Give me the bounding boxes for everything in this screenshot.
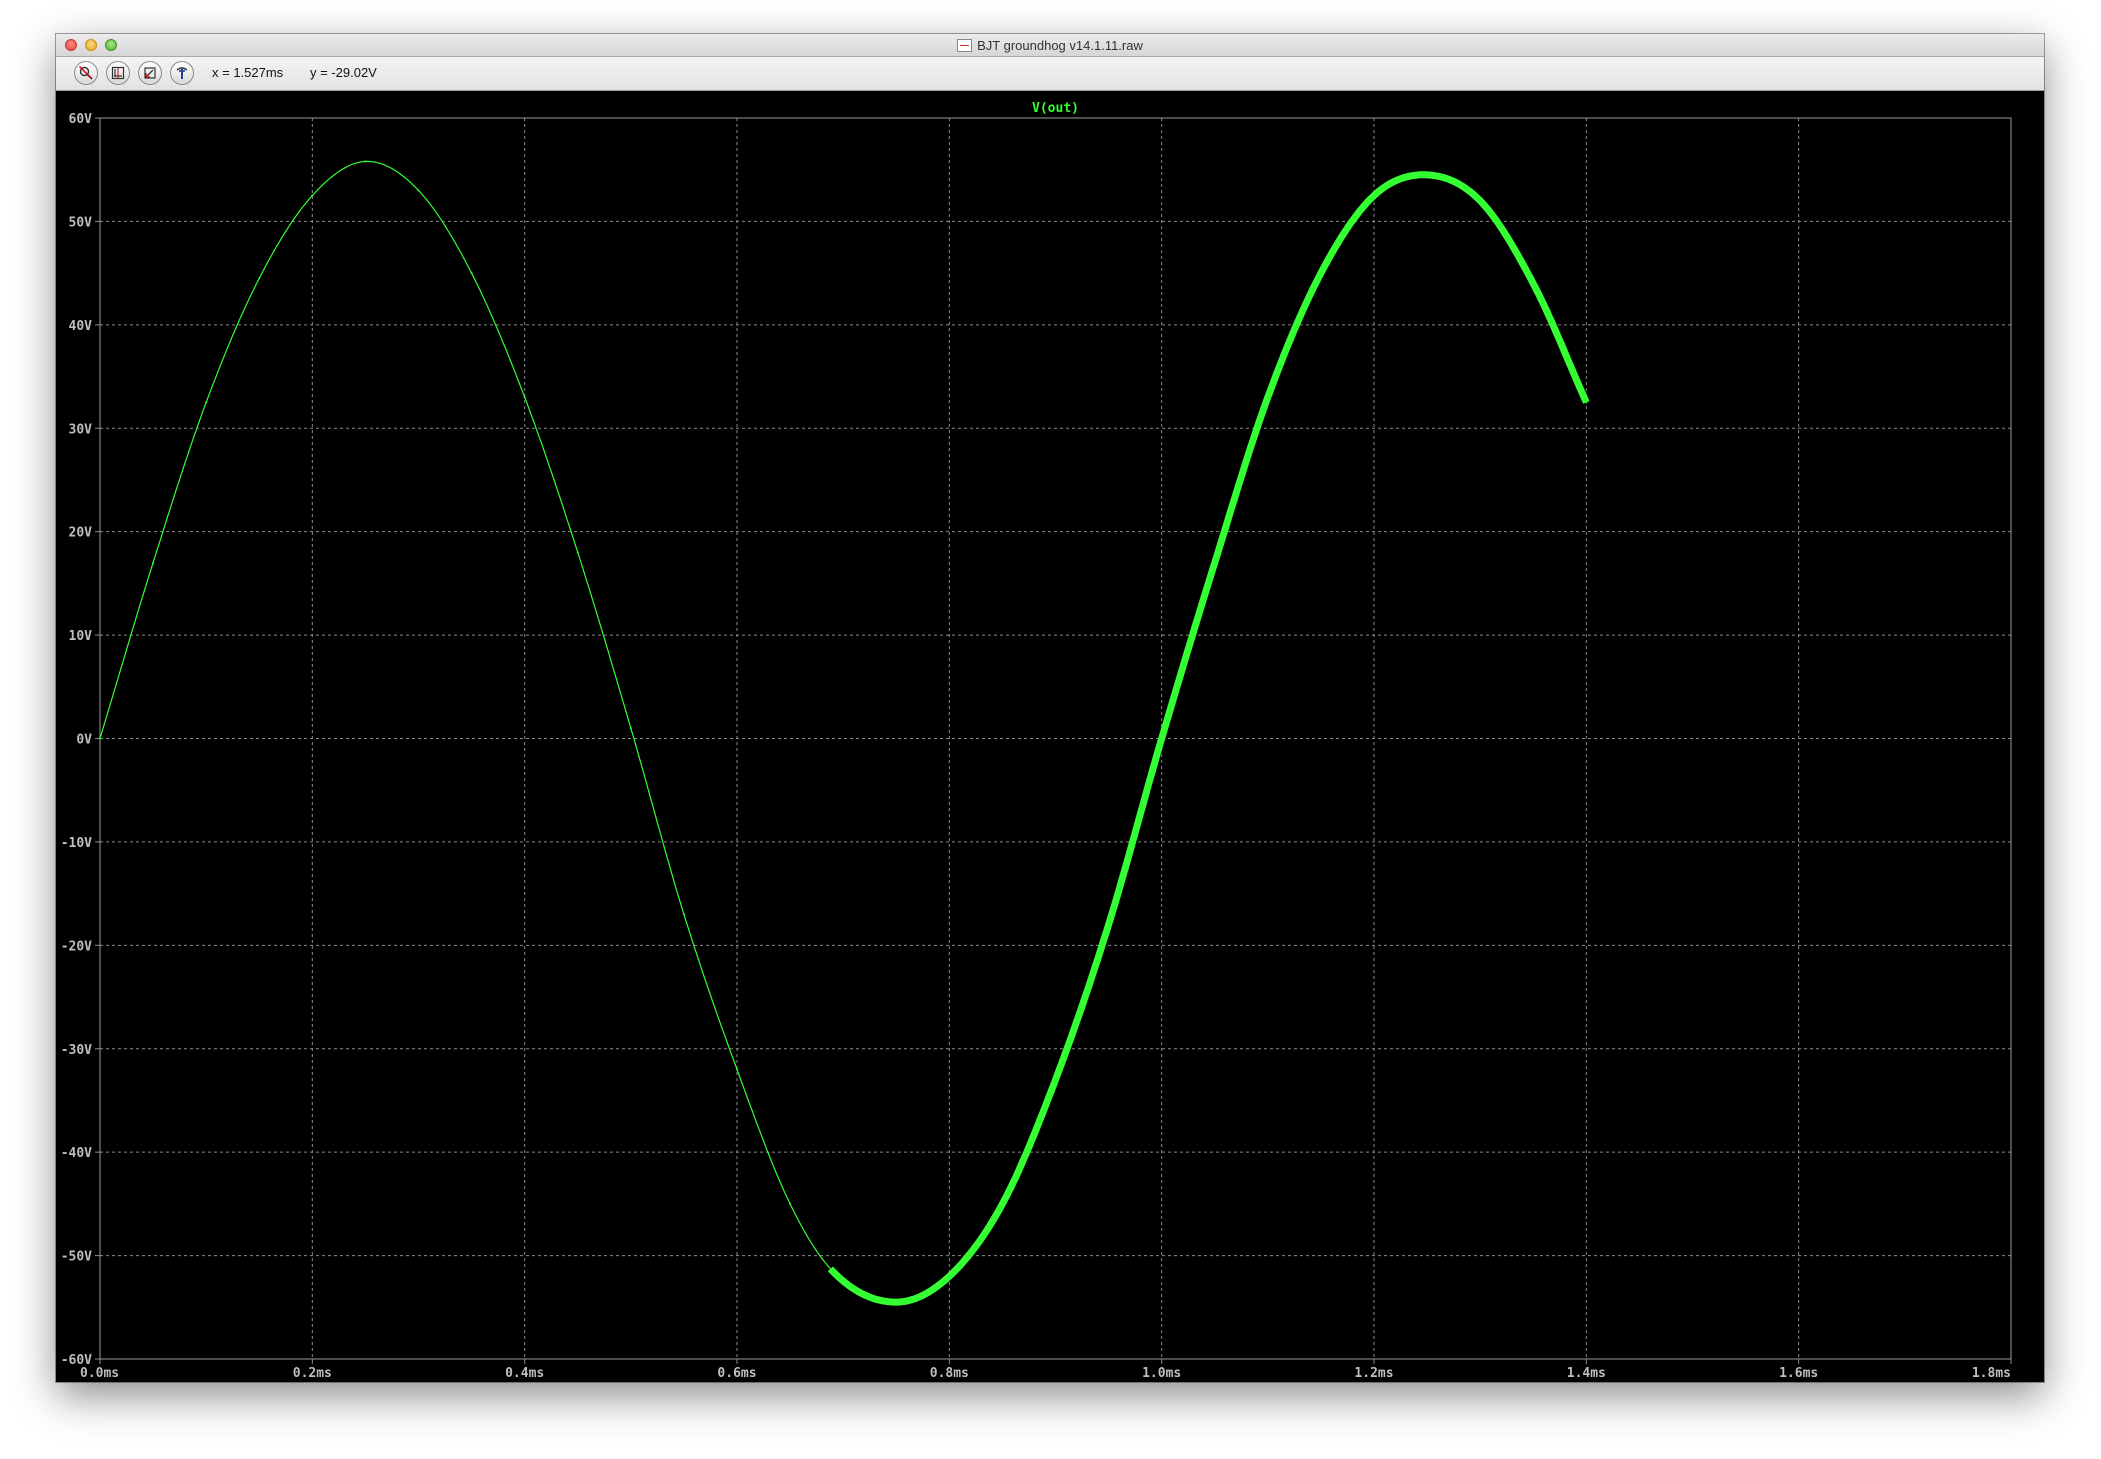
y-tick-label: 30V bbox=[69, 422, 93, 437]
trace-data-point bbox=[789, 1202, 792, 1205]
trace-data-point bbox=[1160, 737, 1163, 740]
zoom-cancel-icon bbox=[79, 66, 93, 80]
trace-data-point bbox=[364, 160, 367, 163]
y-tick-label: 60V bbox=[69, 112, 93, 127]
trace-vout-dense-segment[interactable] bbox=[827, 171, 1590, 1306]
trace-data-point bbox=[736, 1068, 738, 1071]
zoom-back-button[interactable] bbox=[138, 61, 162, 85]
trace-data-point bbox=[311, 194, 314, 197]
trace-data-point bbox=[470, 272, 473, 275]
y-tick-label: -10V bbox=[61, 836, 92, 851]
trace-data-point bbox=[1213, 561, 1216, 564]
trace-data-point bbox=[417, 189, 420, 192]
y-tick-label: 20V bbox=[69, 526, 93, 541]
y-tick-label: 50V bbox=[69, 215, 93, 230]
zoom-full-button[interactable] bbox=[74, 61, 98, 85]
title-bar[interactable]: BJT groundhog v14.1.11.raw bbox=[56, 34, 2044, 57]
zoom-back-icon bbox=[144, 67, 156, 79]
window-title-group: BJT groundhog v14.1.11.raw bbox=[56, 34, 2044, 56]
probe-button[interactable] bbox=[170, 61, 194, 85]
x-tick-label: 1.0ms bbox=[1142, 1366, 1181, 1381]
waveform-plot[interactable]: 0.0ms 0.2ms 0.4ms 0.6ms 0.8ms 1.0ms 1.2ms 1.4ms… bbox=[56, 91, 2044, 1382]
trace-data-point bbox=[99, 737, 101, 740]
trace-data-point bbox=[948, 1275, 951, 1278]
y-tick-label: -50V bbox=[61, 1250, 92, 1265]
axis-labels: 0.0ms 0.2ms 0.4ms 0.6ms 0.8ms 1.0ms 1.2ms 1.4ms… bbox=[61, 112, 2011, 1381]
trace-data-point bbox=[1107, 923, 1110, 926]
trace-vout-segment[interactable] bbox=[99, 160, 833, 1272]
trace-data-point bbox=[1054, 1078, 1057, 1081]
trace-data-point bbox=[1585, 401, 1588, 404]
autorange-icon bbox=[111, 66, 125, 80]
trace-data-point bbox=[1532, 282, 1535, 285]
plot-toolbar: x = 1.527ms y = -29.02V bbox=[56, 57, 2044, 91]
x-tick-label: 0.0ms bbox=[80, 1366, 119, 1381]
document-icon bbox=[957, 38, 973, 52]
trace-data-point bbox=[205, 401, 208, 404]
trace-data-point bbox=[1373, 194, 1375, 197]
trace-data-point bbox=[152, 561, 155, 564]
trace-data-point bbox=[682, 913, 685, 916]
y-tick-label: 10V bbox=[69, 629, 93, 644]
y-tick-label: 40V bbox=[69, 319, 93, 334]
x-tick-label: 1.2ms bbox=[1354, 1366, 1393, 1381]
trace-data-point bbox=[1426, 173, 1429, 176]
trace-data-point bbox=[1001, 1202, 1004, 1205]
x-tick-label: 1.8ms bbox=[1972, 1366, 2011, 1381]
grid-lines bbox=[95, 117, 2012, 1364]
trace-data-point bbox=[629, 727, 632, 730]
y-tick-label: -60V bbox=[61, 1353, 92, 1368]
trace-data-point bbox=[576, 551, 579, 554]
trace-data-point bbox=[1266, 396, 1269, 399]
x-tick-label: 0.2ms bbox=[293, 1366, 332, 1381]
trace-label-vout[interactable]: V(out) bbox=[1032, 101, 1079, 116]
trace-data-point bbox=[1479, 199, 1482, 202]
x-tick-label: 1.4ms bbox=[1567, 1366, 1606, 1381]
trace-data-point bbox=[258, 277, 261, 280]
autoscale-button[interactable] bbox=[106, 61, 130, 85]
trace-data-point bbox=[831, 1270, 834, 1273]
trace-data-point bbox=[1319, 272, 1322, 275]
waveform-window: BJT groundhog v14.1.11.raw x = 1.527ms y… bbox=[56, 34, 2044, 1382]
window-title: BJT groundhog v14.1.11.raw bbox=[977, 37, 1143, 53]
trace-data-point bbox=[895, 1301, 898, 1304]
x-tick-label: 0.8ms bbox=[930, 1366, 969, 1381]
y-tick-label: -40V bbox=[61, 1146, 92, 1161]
x-tick-label: 0.6ms bbox=[717, 1366, 756, 1381]
y-tick-label: -20V bbox=[61, 939, 92, 954]
trace-data-point bbox=[523, 396, 526, 399]
trace-layer bbox=[99, 160, 1590, 1306]
probe-icon bbox=[176, 67, 188, 79]
x-tick-label: 0.4ms bbox=[505, 1366, 544, 1381]
x-tick-label: 1.6ms bbox=[1779, 1366, 1818, 1381]
y-tick-label: 0V bbox=[76, 733, 92, 748]
cursor-x-readout: x = 1.527ms bbox=[212, 65, 284, 80]
y-tick-label: -30V bbox=[61, 1043, 92, 1058]
cursor-y-readout: y = -29.02V bbox=[310, 65, 377, 80]
